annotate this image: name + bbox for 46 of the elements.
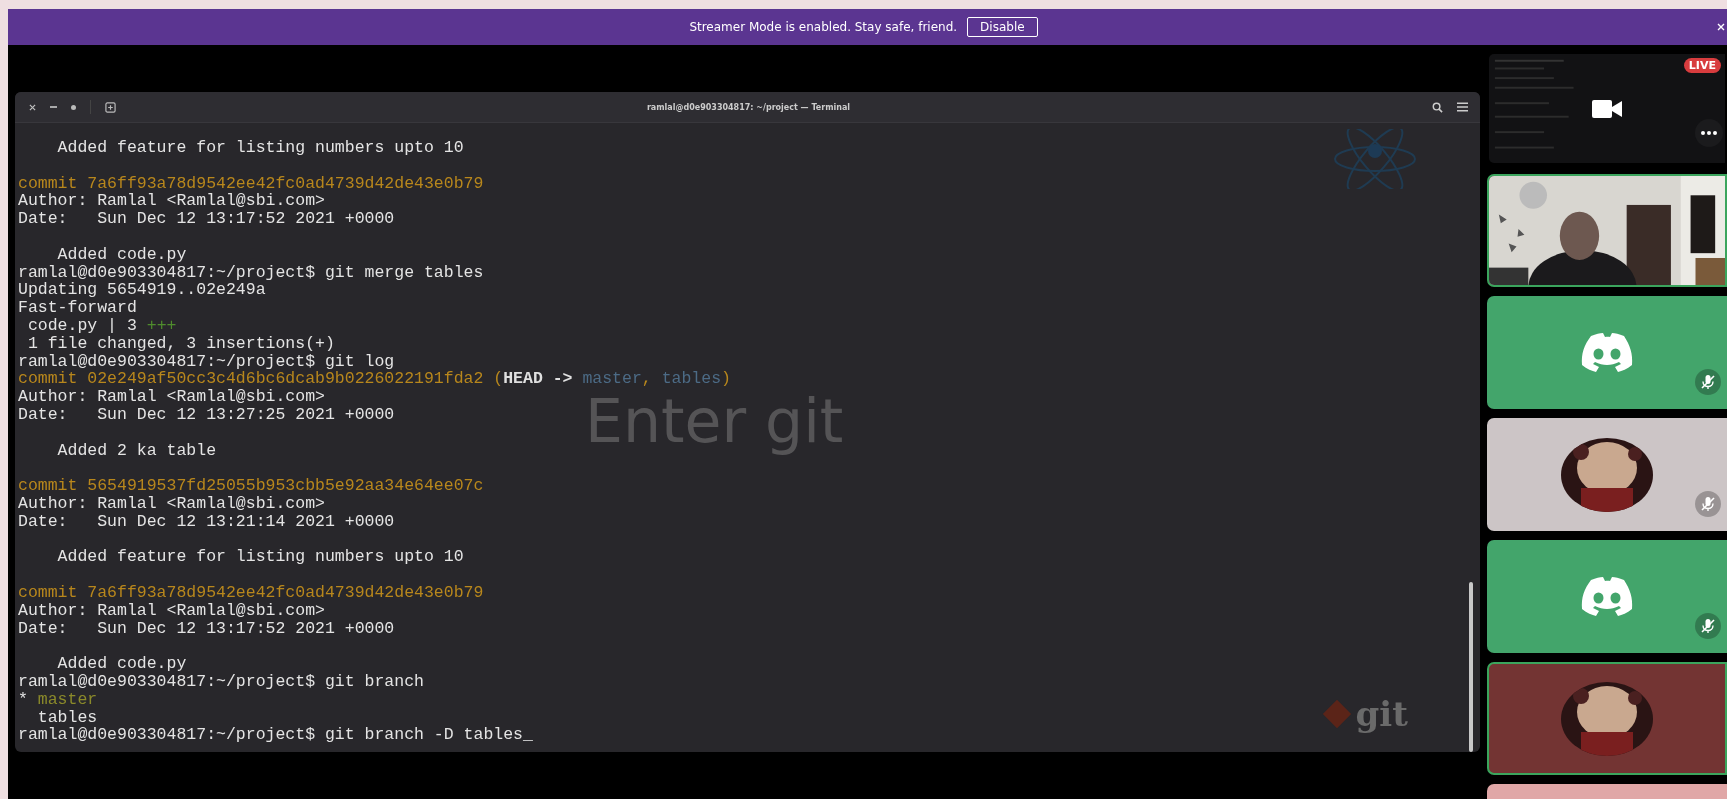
search-icon[interactable] xyxy=(1432,101,1443,113)
terminal-line: commit 7a6ff93a78d9542ee42fc0ad4739d42de43e0b79 xyxy=(18,583,484,602)
maximize-icon[interactable] xyxy=(71,104,76,110)
terminal-line: ramlal@d0e903304817:~/project$ git branch xyxy=(18,672,424,691)
terminal-line: Date: Sun Dec 12 13:17:52 2021 +0000 xyxy=(18,619,395,638)
participant-tile[interactable] xyxy=(1487,296,1727,409)
participant-tile[interactable] xyxy=(1487,418,1727,531)
discord-logo-icon xyxy=(1579,575,1635,618)
terminal-line: Added code.py xyxy=(56,245,187,264)
terminal-line: commit 02e249af50cc3c4d6bc6dcab9b0226022191fda2 (HEAD -> master, tables) xyxy=(18,370,731,389)
terminal-line: ramlal@d0e903304817:~/project$ git log xyxy=(18,352,395,371)
terminal-line: ramlal@d0e903304817:~/project$ git merge tables xyxy=(18,263,484,282)
window-title: ramlal@d0e903304817: ~/project — Terminal xyxy=(645,102,852,112)
new-tab-icon[interactable] xyxy=(105,101,116,113)
terminal-line: commit 7a6ff93a78d9542ee42fc0ad4739d42de43e0b79 xyxy=(18,174,484,193)
terminal-line: * master xyxy=(18,690,98,709)
video-camera-icon[interactable] xyxy=(1592,99,1622,118)
terminal-line: code.py | 3 +++ xyxy=(26,316,177,335)
scrollbar[interactable] xyxy=(1469,582,1473,752)
terminal-line: Added 2 ka table xyxy=(56,441,217,460)
terminal-line: 1 file changed, 3 insertions(+) xyxy=(26,334,335,353)
terminal-line: tables xyxy=(36,708,98,727)
participant-tile[interactable] xyxy=(1487,540,1727,653)
discord-logo-icon xyxy=(1579,331,1635,374)
terminal-line: ramlal@d0e903304817:~/project$ git branch -D tables_ xyxy=(18,726,533,745)
terminal-line: Updating 5654919..02e249a xyxy=(18,281,266,300)
terminal-line: Author: Ramlal <Ramlal@sbi.com> xyxy=(18,388,325,406)
terminal-line: commit 5654919537fd25055b953cbb5e92aa34e64ee07c xyxy=(18,477,484,495)
participant-tile[interactable]: LIVE xyxy=(1487,52,1727,165)
terminal-line: Author: Ramlal <Ramlal@sbi.com> xyxy=(18,192,325,211)
terminal-line: Fast-forward xyxy=(18,299,137,317)
terminal-line: Added feature for listing numbers upto 10 xyxy=(56,139,464,157)
banner-message: Streamer Mode is enabled. Stay safe, friend. xyxy=(689,20,958,34)
terminal-line: Date: Sun Dec 12 13:17:52 2021 +0000 xyxy=(18,210,395,228)
more-icon[interactable] xyxy=(1695,119,1723,147)
disable-button[interactable]: Disable xyxy=(967,17,1038,37)
menu-icon[interactable] xyxy=(1457,101,1468,112)
terminal-line: Date: Sun Dec 12 13:21:14 2021 +0000 xyxy=(18,512,395,531)
terminal-line: Date: Sun Dec 12 13:27:25 2021 +0000 xyxy=(18,405,395,424)
git-logo: git xyxy=(1319,694,1408,734)
terminal-line: Added feature for listing numbers upto 10 xyxy=(56,548,464,567)
terminal-line: Author: Ramlal <Ramlal@sbi.com> xyxy=(18,601,325,620)
close-icon[interactable] xyxy=(29,103,36,111)
participant-tile[interactable] xyxy=(1487,662,1727,775)
terminal-line: Added code.py xyxy=(56,655,187,673)
terminal-line: Author: Ramlal <Ramlal@sbi.com> xyxy=(18,494,325,513)
